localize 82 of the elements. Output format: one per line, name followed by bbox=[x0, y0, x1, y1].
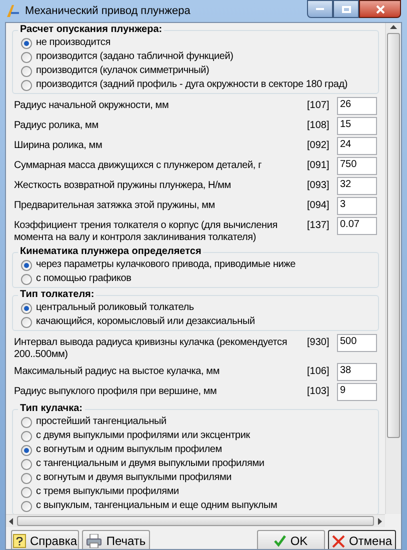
scroll-left-icon[interactable] bbox=[9, 518, 13, 524]
radio-button[interactable] bbox=[21, 500, 32, 512]
parameter-code: [103] bbox=[307, 385, 330, 398]
input-field[interactable]: 3 bbox=[337, 197, 377, 215]
close-icon bbox=[376, 4, 384, 14]
help-button[interactable]: Справка bbox=[11, 530, 79, 549]
input-field[interactable]: 24 bbox=[337, 137, 377, 155]
radio-label: производится (задний профиль - дуга окружности в секторе 180 град) bbox=[36, 79, 348, 91]
radio-button[interactable] bbox=[21, 302, 32, 314]
cancel-button[interactable]: Отмена bbox=[328, 530, 396, 549]
radio-button[interactable] bbox=[21, 486, 32, 498]
field-label: Радиус выпуклого профиля при вершине, мм bbox=[14, 385, 218, 398]
close-icon bbox=[332, 534, 345, 548]
radio-label: с вогнутым и двумя выпуклыми профилями bbox=[36, 472, 232, 484]
radio-label: качающийся, коромысловый или дезаксиальный bbox=[36, 316, 255, 328]
scroll-right-icon[interactable] bbox=[378, 518, 382, 524]
radio-button[interactable] bbox=[21, 38, 32, 48]
field-label: Жесткость возвратной пружины плунжера, Н/мм bbox=[14, 179, 232, 192]
input-field[interactable]: 9 bbox=[337, 383, 377, 401]
input-field[interactable]: 15 bbox=[337, 117, 377, 135]
help-icon bbox=[12, 534, 26, 548]
parameter-code: [107] bbox=[307, 99, 330, 112]
parameter-code: [106] bbox=[307, 365, 330, 378]
parameter-code: [091] bbox=[307, 159, 330, 172]
field-label: Интервал вывода радиуса кривизны кулачка (рекомендуется 200..500мм) bbox=[14, 336, 288, 361]
radio-button[interactable] bbox=[21, 458, 32, 470]
parameter-code: [930] bbox=[307, 336, 330, 349]
field-label: Ширина ролика, мм bbox=[14, 139, 104, 152]
input-field[interactable]: 38 bbox=[337, 363, 377, 381]
radio-label: центральный роликовый толкатель bbox=[36, 302, 194, 314]
radio-button[interactable] bbox=[21, 260, 32, 270]
window-title: Механический привод плунжера bbox=[25, 4, 192, 19]
parameter-code: [094] bbox=[307, 199, 330, 212]
radio-button[interactable] bbox=[21, 274, 32, 284]
parameter-code: [137] bbox=[307, 219, 330, 232]
radio-button[interactable] bbox=[21, 316, 32, 328]
field-label: Суммарная масса движущихся с плунжером деталей, г bbox=[14, 159, 263, 172]
vertical-scrollbar[interactable] bbox=[385, 23, 401, 514]
radio-label: через параметры кулачкового привода, приводимые ниже bbox=[36, 259, 296, 271]
input-field[interactable]: 500 bbox=[337, 334, 377, 352]
horizontal-scrollbar[interactable] bbox=[6, 514, 385, 527]
radio-label: с помощью графиков bbox=[36, 273, 132, 285]
printer-icon bbox=[86, 534, 102, 548]
field-label: Коэффициент трения толкателя о корпус (для вычисления момента на валу и контроля заклинивания толкателя) bbox=[14, 219, 278, 244]
input-field[interactable]: 32 bbox=[337, 177, 377, 195]
print-button[interactable]: Печать bbox=[82, 530, 150, 549]
radio-label: с тремя выпуклыми профилями bbox=[36, 486, 179, 498]
radio-label: не производится bbox=[36, 37, 110, 49]
radio-label: с тангенциальным и двумя выпуклыми профилями bbox=[36, 458, 264, 470]
minimize-button[interactable] bbox=[307, 0, 333, 18]
radio-button[interactable] bbox=[21, 430, 32, 442]
close-button[interactable] bbox=[359, 0, 401, 18]
radio-label: простейший тангенциальный bbox=[36, 416, 166, 428]
radio-button[interactable] bbox=[21, 416, 32, 428]
radio-label: с выпуклым, тангенциальным и еще одним выпуклым bbox=[36, 500, 278, 512]
ok-button[interactable]: OK bbox=[257, 530, 325, 549]
input-field[interactable]: 750 bbox=[337, 157, 377, 175]
check-icon bbox=[274, 535, 286, 547]
input-field[interactable]: 0.07 bbox=[337, 217, 377, 235]
radio-label: производится (задано табличной функцией) bbox=[36, 51, 234, 63]
maximize-button[interactable] bbox=[333, 0, 359, 18]
field-label: Максимальный радиус на выстое кулачка, мм bbox=[14, 365, 220, 378]
radio-label: с двумя выпуклыми профилями или эксцентрик bbox=[36, 430, 250, 442]
field-label: Предварительная затяжка этой пружины, мм bbox=[14, 199, 216, 212]
group-title: Тип кулачка: bbox=[18, 402, 84, 415]
radio-button[interactable] bbox=[21, 444, 32, 456]
radio-button[interactable] bbox=[21, 66, 32, 76]
radio-label: с вогнутым и одним выпуклым профилем bbox=[36, 444, 222, 456]
radio-label: производится (кулачок симметричный) bbox=[36, 65, 210, 77]
app-icon bbox=[6, 4, 20, 18]
radio-button[interactable] bbox=[21, 80, 32, 90]
input-field[interactable]: 26 bbox=[337, 97, 377, 115]
parameter-code: [108] bbox=[307, 119, 330, 132]
parameter-code: [093] bbox=[307, 179, 330, 192]
group-title: Кинематика плунжера определяется bbox=[18, 245, 204, 258]
scroll-up-icon[interactable] bbox=[390, 25, 397, 29]
field-label: Радиус ролика, мм bbox=[14, 119, 100, 132]
field-label: Радиус начальной окружности, мм bbox=[14, 99, 170, 112]
radio-button[interactable] bbox=[21, 52, 32, 62]
parameter-code: [092] bbox=[307, 139, 330, 152]
radio-button[interactable] bbox=[21, 472, 32, 484]
group-title: Расчет опускания плунжера: bbox=[18, 23, 164, 36]
